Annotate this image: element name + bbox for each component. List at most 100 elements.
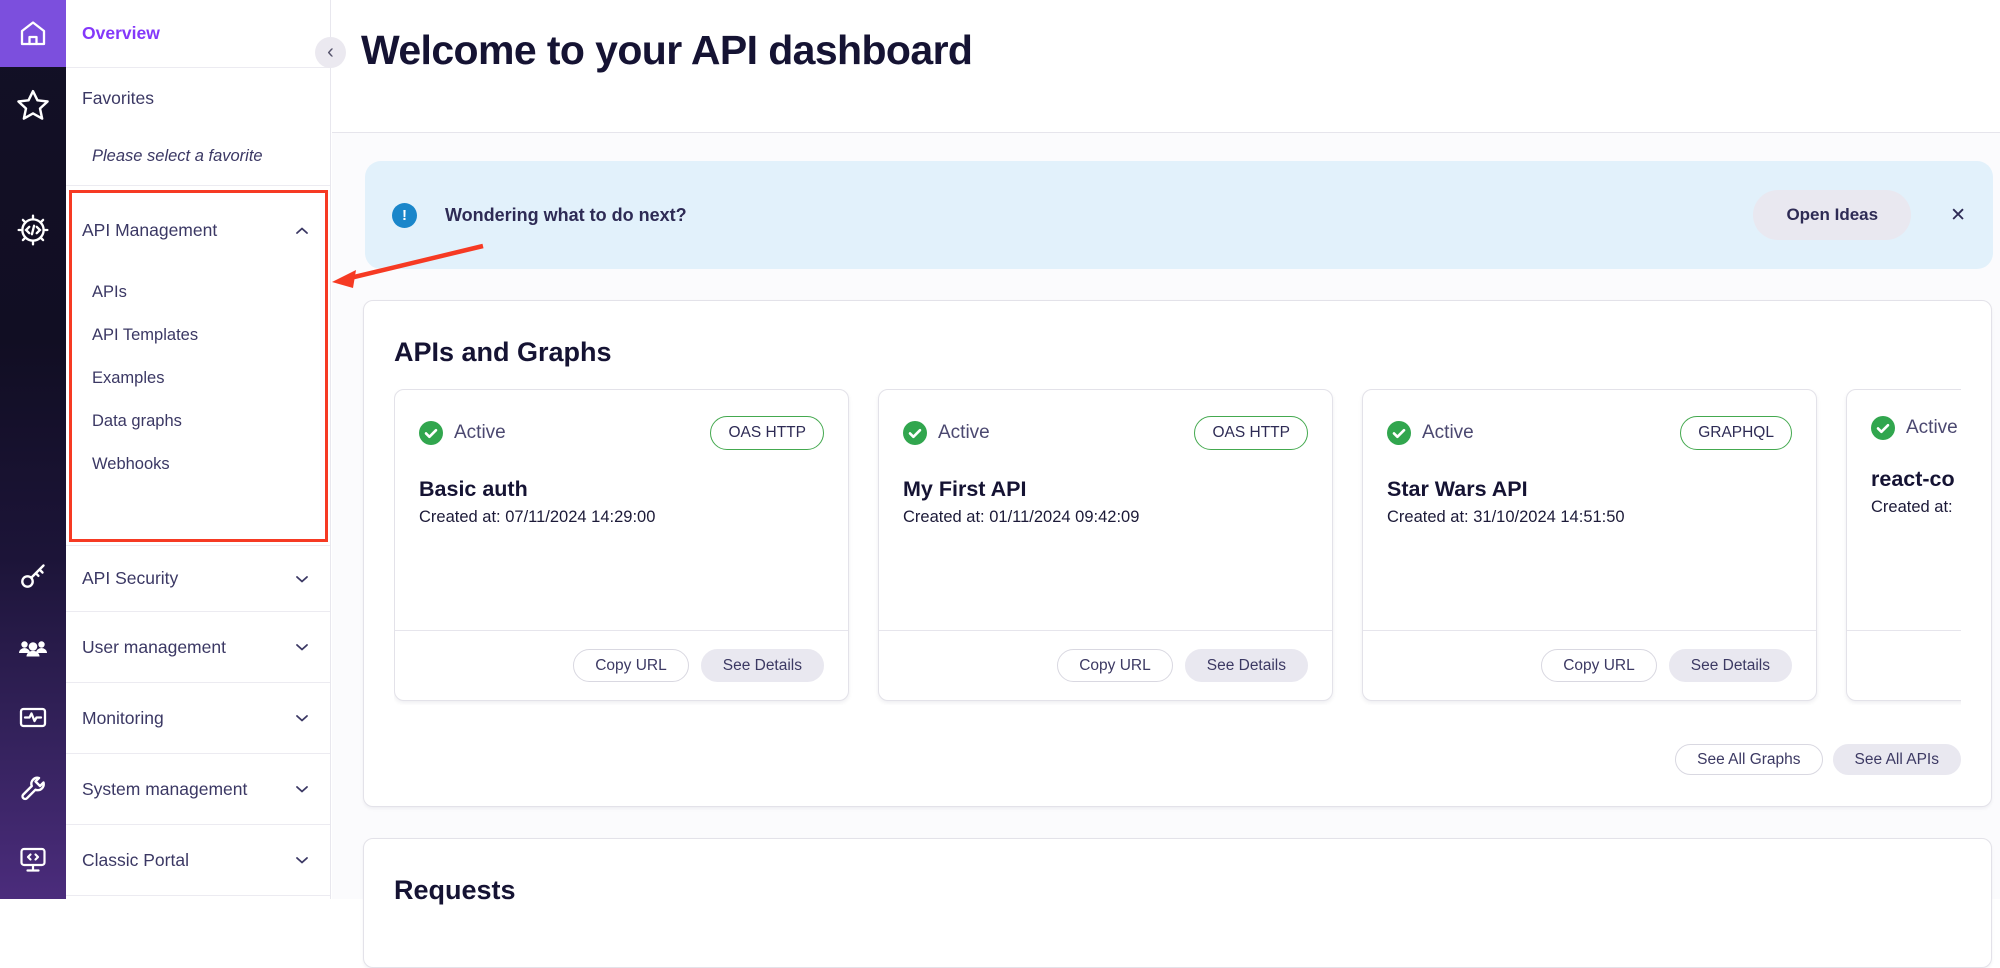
chevron-down-icon bbox=[294, 852, 310, 868]
sidebar-subitem-label: Data graphs bbox=[92, 412, 182, 431]
section-title: APIs and Graphs bbox=[364, 301, 1991, 368]
api-cards-row: Active OAS HTTP Basic auth Created at: 0… bbox=[394, 389, 1961, 705]
copy-url-button[interactable]: Copy URL bbox=[1057, 649, 1173, 682]
api-card: Active GRAPHQL Star Wars API Created at:… bbox=[1362, 389, 1817, 701]
api-card: Active react-co Created at: Copy URL See… bbox=[1846, 389, 1961, 701]
sidebar-group-collapsed[interactable]: Classic Portal bbox=[66, 825, 330, 896]
copy-url-button[interactable]: Copy URL bbox=[1541, 649, 1657, 682]
api-created-at: Created at: 07/11/2024 14:29:00 bbox=[419, 508, 824, 527]
apis-and-graphs-section: APIs and Graphs Active OAS HTTP Basic au… bbox=[363, 300, 1992, 807]
see-details-button[interactable]: See Details bbox=[701, 649, 824, 682]
sidebar-subitem-label: Examples bbox=[92, 369, 164, 388]
status-badge: Active bbox=[1422, 422, 1474, 444]
api-created-at: Created at: 31/10/2024 14:51:50 bbox=[1387, 508, 1792, 527]
sidebar-item-label: API Management bbox=[82, 220, 217, 241]
api-name: react-co bbox=[1871, 467, 1961, 492]
sidebar-group-collapsed[interactable]: Monitoring bbox=[66, 683, 330, 754]
rail-item-monitoring[interactable] bbox=[0, 703, 66, 733]
api-card-footer: Copy URL See Details bbox=[1363, 630, 1816, 700]
rail-item-user-management[interactable] bbox=[0, 632, 66, 664]
api-card: Active OAS HTTP Basic auth Created at: 0… bbox=[394, 389, 849, 701]
sidebar-item-label: Overview bbox=[82, 23, 160, 44]
home-icon bbox=[17, 18, 49, 50]
wrench-icon bbox=[17, 773, 49, 805]
rail-item-api-security[interactable] bbox=[0, 560, 66, 592]
see-details-button[interactable]: See Details bbox=[1185, 649, 1308, 682]
status-badge: Active bbox=[454, 422, 506, 444]
sidebar-group-collapsed[interactable]: System management bbox=[66, 754, 330, 825]
sidebar-item-favorites[interactable]: Favorites bbox=[82, 88, 314, 109]
api-card-body: Active OAS HTTP My First API Created at:… bbox=[879, 390, 1332, 630]
sidebar-item-label: API Security bbox=[82, 568, 178, 589]
api-type-badge: GRAPHQL bbox=[1680, 416, 1792, 450]
users-icon bbox=[16, 632, 50, 664]
rail-item-home[interactable] bbox=[0, 0, 66, 67]
sidebar-item-label: Monitoring bbox=[82, 708, 164, 729]
see-all-graphs-button[interactable]: See All Graphs bbox=[1675, 744, 1822, 775]
sidebar-subitem-label: Webhooks bbox=[92, 455, 170, 474]
sidebar-section-favorites: Favorites Please select a favorite bbox=[66, 68, 330, 186]
see-all-apis-button[interactable]: See All APIs bbox=[1833, 744, 1961, 775]
info-banner: ! Wondering what to do next? Open Ideas … bbox=[365, 161, 1993, 269]
page-header: Welcome to your API dashboard bbox=[332, 0, 2000, 133]
chevron-down-icon bbox=[294, 571, 310, 587]
close-icon[interactable]: ✕ bbox=[1950, 206, 1966, 225]
sidebar-group-collapsed[interactable]: API Security bbox=[66, 546, 330, 612]
status-check-icon bbox=[1871, 416, 1895, 440]
api-card-body: Active GRAPHQL Star Wars API Created at:… bbox=[1363, 390, 1816, 630]
sidebar-group-collapsed[interactable]: User management bbox=[66, 612, 330, 683]
rail-item-system-management[interactable] bbox=[0, 773, 66, 805]
sidebar-subitem[interactable]: Data graphs bbox=[82, 400, 310, 443]
star-icon bbox=[16, 88, 50, 122]
chevron-down-icon bbox=[294, 639, 310, 655]
status-badge: Active bbox=[938, 422, 990, 444]
sidebar-group-api-management: API Management APIs API Templates Exampl… bbox=[66, 186, 330, 546]
monitor-code-icon bbox=[17, 844, 49, 876]
status-badge: Active bbox=[1906, 417, 1958, 439]
api-name: Basic auth bbox=[419, 477, 824, 502]
sidebar-subitem-label: API Templates bbox=[92, 326, 198, 345]
status-check-icon bbox=[419, 421, 443, 445]
api-management-submenu: APIs API Templates Examples Data graphs … bbox=[82, 271, 310, 486]
rail-item-api-management[interactable] bbox=[0, 213, 66, 247]
open-ideas-button[interactable]: Open Ideas bbox=[1753, 190, 1911, 240]
api-card-footer: Copy URL See Details bbox=[879, 630, 1332, 700]
sidebar-collapse-button[interactable]: ‹ bbox=[315, 37, 346, 68]
sidebar-subitem[interactable]: Examples bbox=[82, 357, 310, 400]
chevron-down-icon bbox=[294, 781, 310, 797]
api-card-body: Active OAS HTTP Basic auth Created at: 0… bbox=[395, 390, 848, 630]
icon-rail bbox=[0, 0, 66, 899]
rail-item-classic-portal[interactable] bbox=[0, 844, 66, 876]
sidebar-item-overview[interactable]: Overview bbox=[66, 0, 330, 68]
sidebar-subitem[interactable]: API Templates bbox=[82, 314, 310, 357]
status-check-icon bbox=[1387, 421, 1411, 445]
section-title: Requests bbox=[364, 839, 1991, 906]
rail-item-favorites[interactable] bbox=[0, 88, 66, 122]
chevron-down-icon bbox=[294, 710, 310, 726]
sidebar-item-label: System management bbox=[82, 779, 247, 800]
api-card: Active OAS HTTP My First API Created at:… bbox=[878, 389, 1333, 701]
api-card-footer: Copy URL See Details bbox=[1847, 630, 1961, 700]
sidebar-item-api-management[interactable]: API Management bbox=[82, 220, 310, 241]
chevron-left-icon: ‹ bbox=[327, 42, 334, 62]
section-footer-buttons: See All Graphs See All APIs bbox=[1675, 744, 1961, 775]
requests-section: Requests bbox=[363, 838, 1992, 968]
api-created-at: Created at: bbox=[1871, 498, 1961, 517]
sidebar-item-label: User management bbox=[82, 637, 226, 658]
api-card-body: Active react-co Created at: bbox=[1847, 390, 1961, 630]
banner-message: Wondering what to do next? bbox=[445, 205, 687, 226]
see-details-button[interactable]: See Details bbox=[1669, 649, 1792, 682]
api-name: Star Wars API bbox=[1387, 477, 1792, 502]
sidebar-subitem[interactable]: APIs bbox=[82, 271, 310, 314]
favorites-empty-hint: Please select a favorite bbox=[92, 147, 314, 166]
main-content: Welcome to your API dashboard ! Wonderin… bbox=[332, 0, 2000, 899]
copy-url-button[interactable]: Copy URL bbox=[573, 649, 689, 682]
info-icon: ! bbox=[392, 203, 417, 228]
chevron-up-icon bbox=[294, 223, 310, 239]
api-card-footer: Copy URL See Details bbox=[395, 630, 848, 700]
sidebar-subitem[interactable]: Webhooks bbox=[82, 443, 310, 486]
sidebar-subitem-label: APIs bbox=[92, 283, 127, 302]
page-title: Welcome to your API dashboard bbox=[332, 0, 2000, 74]
status-check-icon bbox=[903, 421, 927, 445]
sidebar: Overview Favorites Please select a favor… bbox=[66, 0, 331, 899]
